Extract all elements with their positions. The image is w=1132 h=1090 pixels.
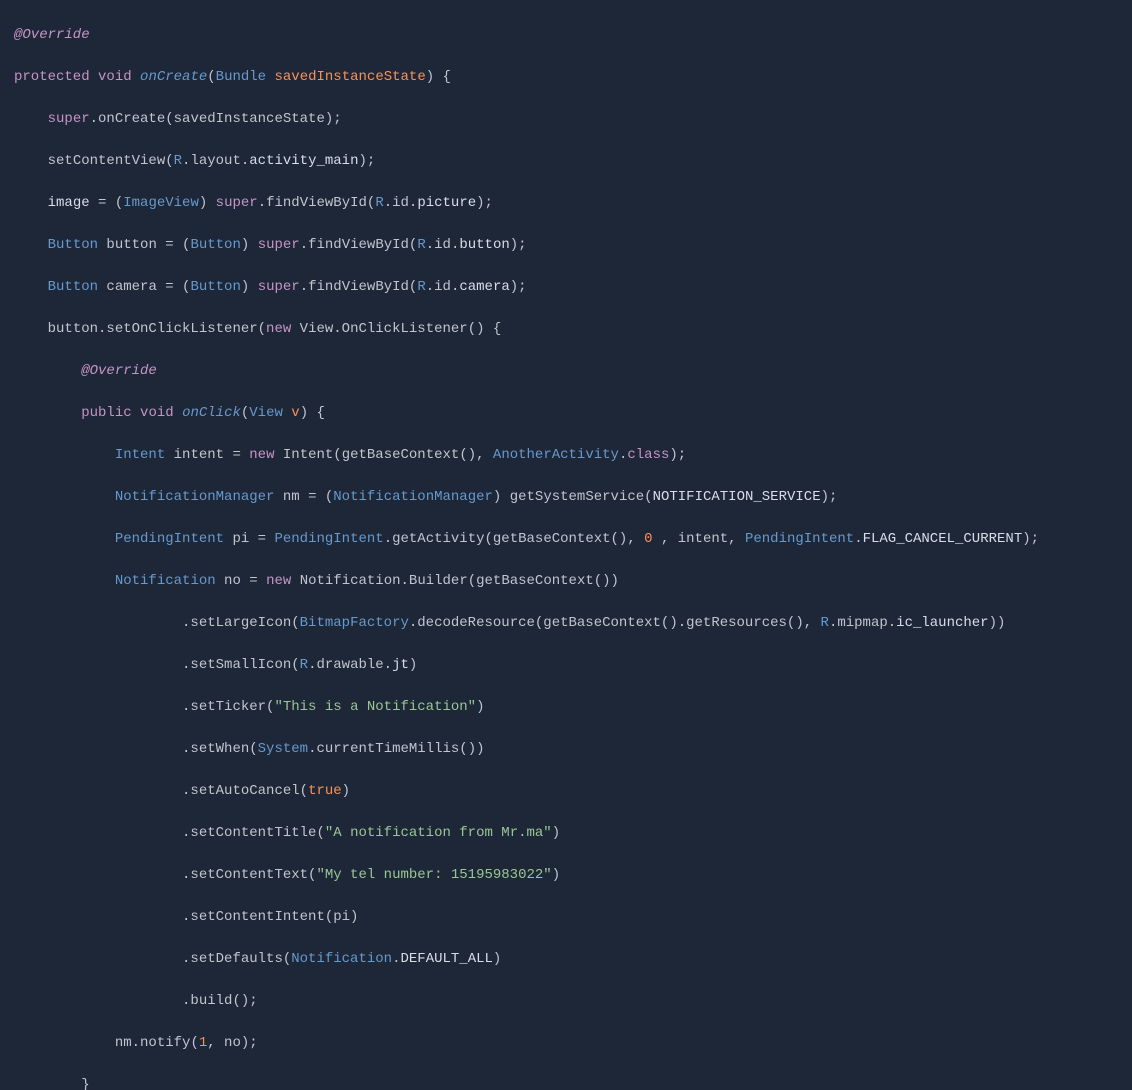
code-line: .setContentIntent(pi) [14,907,1132,928]
code-line: public void onClick(View v) { [14,403,1132,424]
code-line: Button button = (Button) super.findViewB… [14,235,1132,256]
code-line: .setWhen(System.currentTimeMillis()) [14,739,1132,760]
code-line: PendingIntent pi = PendingIntent.getActi… [14,529,1132,550]
code-line: setContentView(R.layout.activity_main); [14,151,1132,172]
code-line: NotificationManager nm = (NotificationMa… [14,487,1132,508]
method-token: onCreate [140,69,207,85]
code-line: super.onCreate(savedInstanceState); [14,109,1132,130]
code-line: .setContentTitle("A notification from Mr… [14,823,1132,844]
code-line: @Override [14,361,1132,382]
keyword-token: protected [14,69,90,85]
code-line: @Override [14,25,1132,46]
keyword-token: super [48,111,90,127]
code-line: nm.notify(1, no); [14,1033,1132,1054]
code-line: .setDefaults(Notification.DEFAULT_ALL) [14,949,1132,970]
code-line: button.setOnClickListener(new View.OnCli… [14,319,1132,340]
keyword-token: void [98,69,132,85]
code-line: .build(); [14,991,1132,1012]
code-line: .setTicker("This is a Notification") [14,697,1132,718]
code-line: protected void onCreate(Bundle savedInst… [14,67,1132,88]
annotation-token: @Override [14,27,90,43]
code-line: .setContentText("My tel number: 15195983… [14,865,1132,886]
param-token: savedInstanceState [275,69,426,85]
code-line: image = (ImageView) super.findViewById(R… [14,193,1132,214]
type-token: Bundle [216,69,266,85]
code-editor[interactable]: @Override protected void onCreate(Bundle… [0,4,1132,1090]
code-line: } [14,1075,1132,1090]
code-line: Button camera = (Button) super.findViewB… [14,277,1132,298]
code-line: .setLargeIcon(BitmapFactory.decodeResour… [14,613,1132,634]
code-line: Intent intent = new Intent(getBaseContex… [14,445,1132,466]
code-line: .setSmallIcon(R.drawable.jt) [14,655,1132,676]
code-line: .setAutoCancel(true) [14,781,1132,802]
code-line: Notification no = new Notification.Build… [14,571,1132,592]
